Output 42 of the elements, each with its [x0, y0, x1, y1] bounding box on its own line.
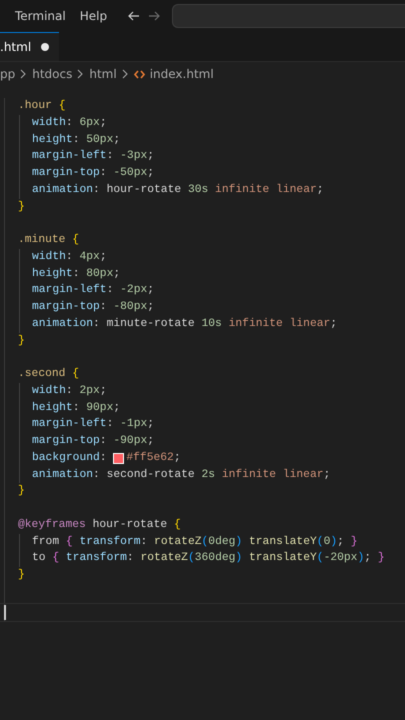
code-text: @keyframes hour-rotate {	[18, 518, 181, 533]
code-text: margin-left: -2px;	[32, 282, 154, 298]
code-text: }	[18, 568, 25, 583]
html-file-icon	[134, 68, 145, 80]
chevron-icon	[122, 69, 129, 79]
chevron-icon	[77, 69, 84, 79]
code-text: #ff5e62;	[126, 450, 181, 466]
code-text: width: 6px;	[32, 116, 107, 131]
code-text: animation: hour-rotate 30s infinite linear;	[32, 182, 324, 198]
code-text: }	[18, 484, 25, 500]
code-text: .minute {	[18, 232, 80, 248]
code-text: height: 80px;	[32, 266, 120, 282]
breadcrumb-item[interactable]: html	[89, 67, 117, 81]
code-text: width: 2px;	[32, 384, 107, 399]
code-text: from { transform: rotateZ(0deg) translateY(0); }	[32, 534, 358, 550]
code-text: .second {	[18, 366, 80, 382]
code-text: }	[18, 334, 25, 348]
code-text: .hour {	[18, 98, 66, 114]
code-text: height: 90px;	[32, 400, 120, 416]
code-text: animation: second-rotate 2s infinite linear;	[32, 468, 330, 482]
code-text: animation: minute-rotate 10s infinite linear;	[32, 316, 338, 332]
back-arrow-icon[interactable]	[128, 10, 140, 22]
code-text: margin-left: -3px;	[32, 148, 154, 164]
code-text: }	[18, 200, 25, 214]
editor-tab[interactable]: .html	[0, 32, 60, 61]
code-text: margin-left: -1px;	[32, 416, 154, 432]
code-text: width: 4px;	[32, 250, 107, 265]
search-field[interactable]	[172, 4, 405, 28]
code-text: margin-top: -90px;	[32, 434, 154, 449]
code-text: height: 50px;	[32, 132, 120, 148]
chevron-icon	[20, 69, 28, 79]
breadcrumb-item[interactable]: pp	[0, 67, 16, 81]
code-text: background:	[32, 450, 108, 466]
breadcrumb-item[interactable]: index.html	[150, 67, 214, 81]
code-text: margin-top: -80px;	[32, 300, 154, 315]
forward-arrow-icon[interactable]	[148, 10, 160, 22]
breadcrumb-item[interactable]: htdocs	[32, 67, 72, 81]
code-text: to { transform: rotateZ(360deg) translateY(-20px); }	[32, 550, 385, 566]
text-cursor	[4, 604, 6, 620]
menu-item[interactable]: Help	[72, 9, 114, 23]
menu-item[interactable]: Terminal	[8, 9, 73, 23]
code-text: margin-top: -50px;	[32, 166, 154, 181]
